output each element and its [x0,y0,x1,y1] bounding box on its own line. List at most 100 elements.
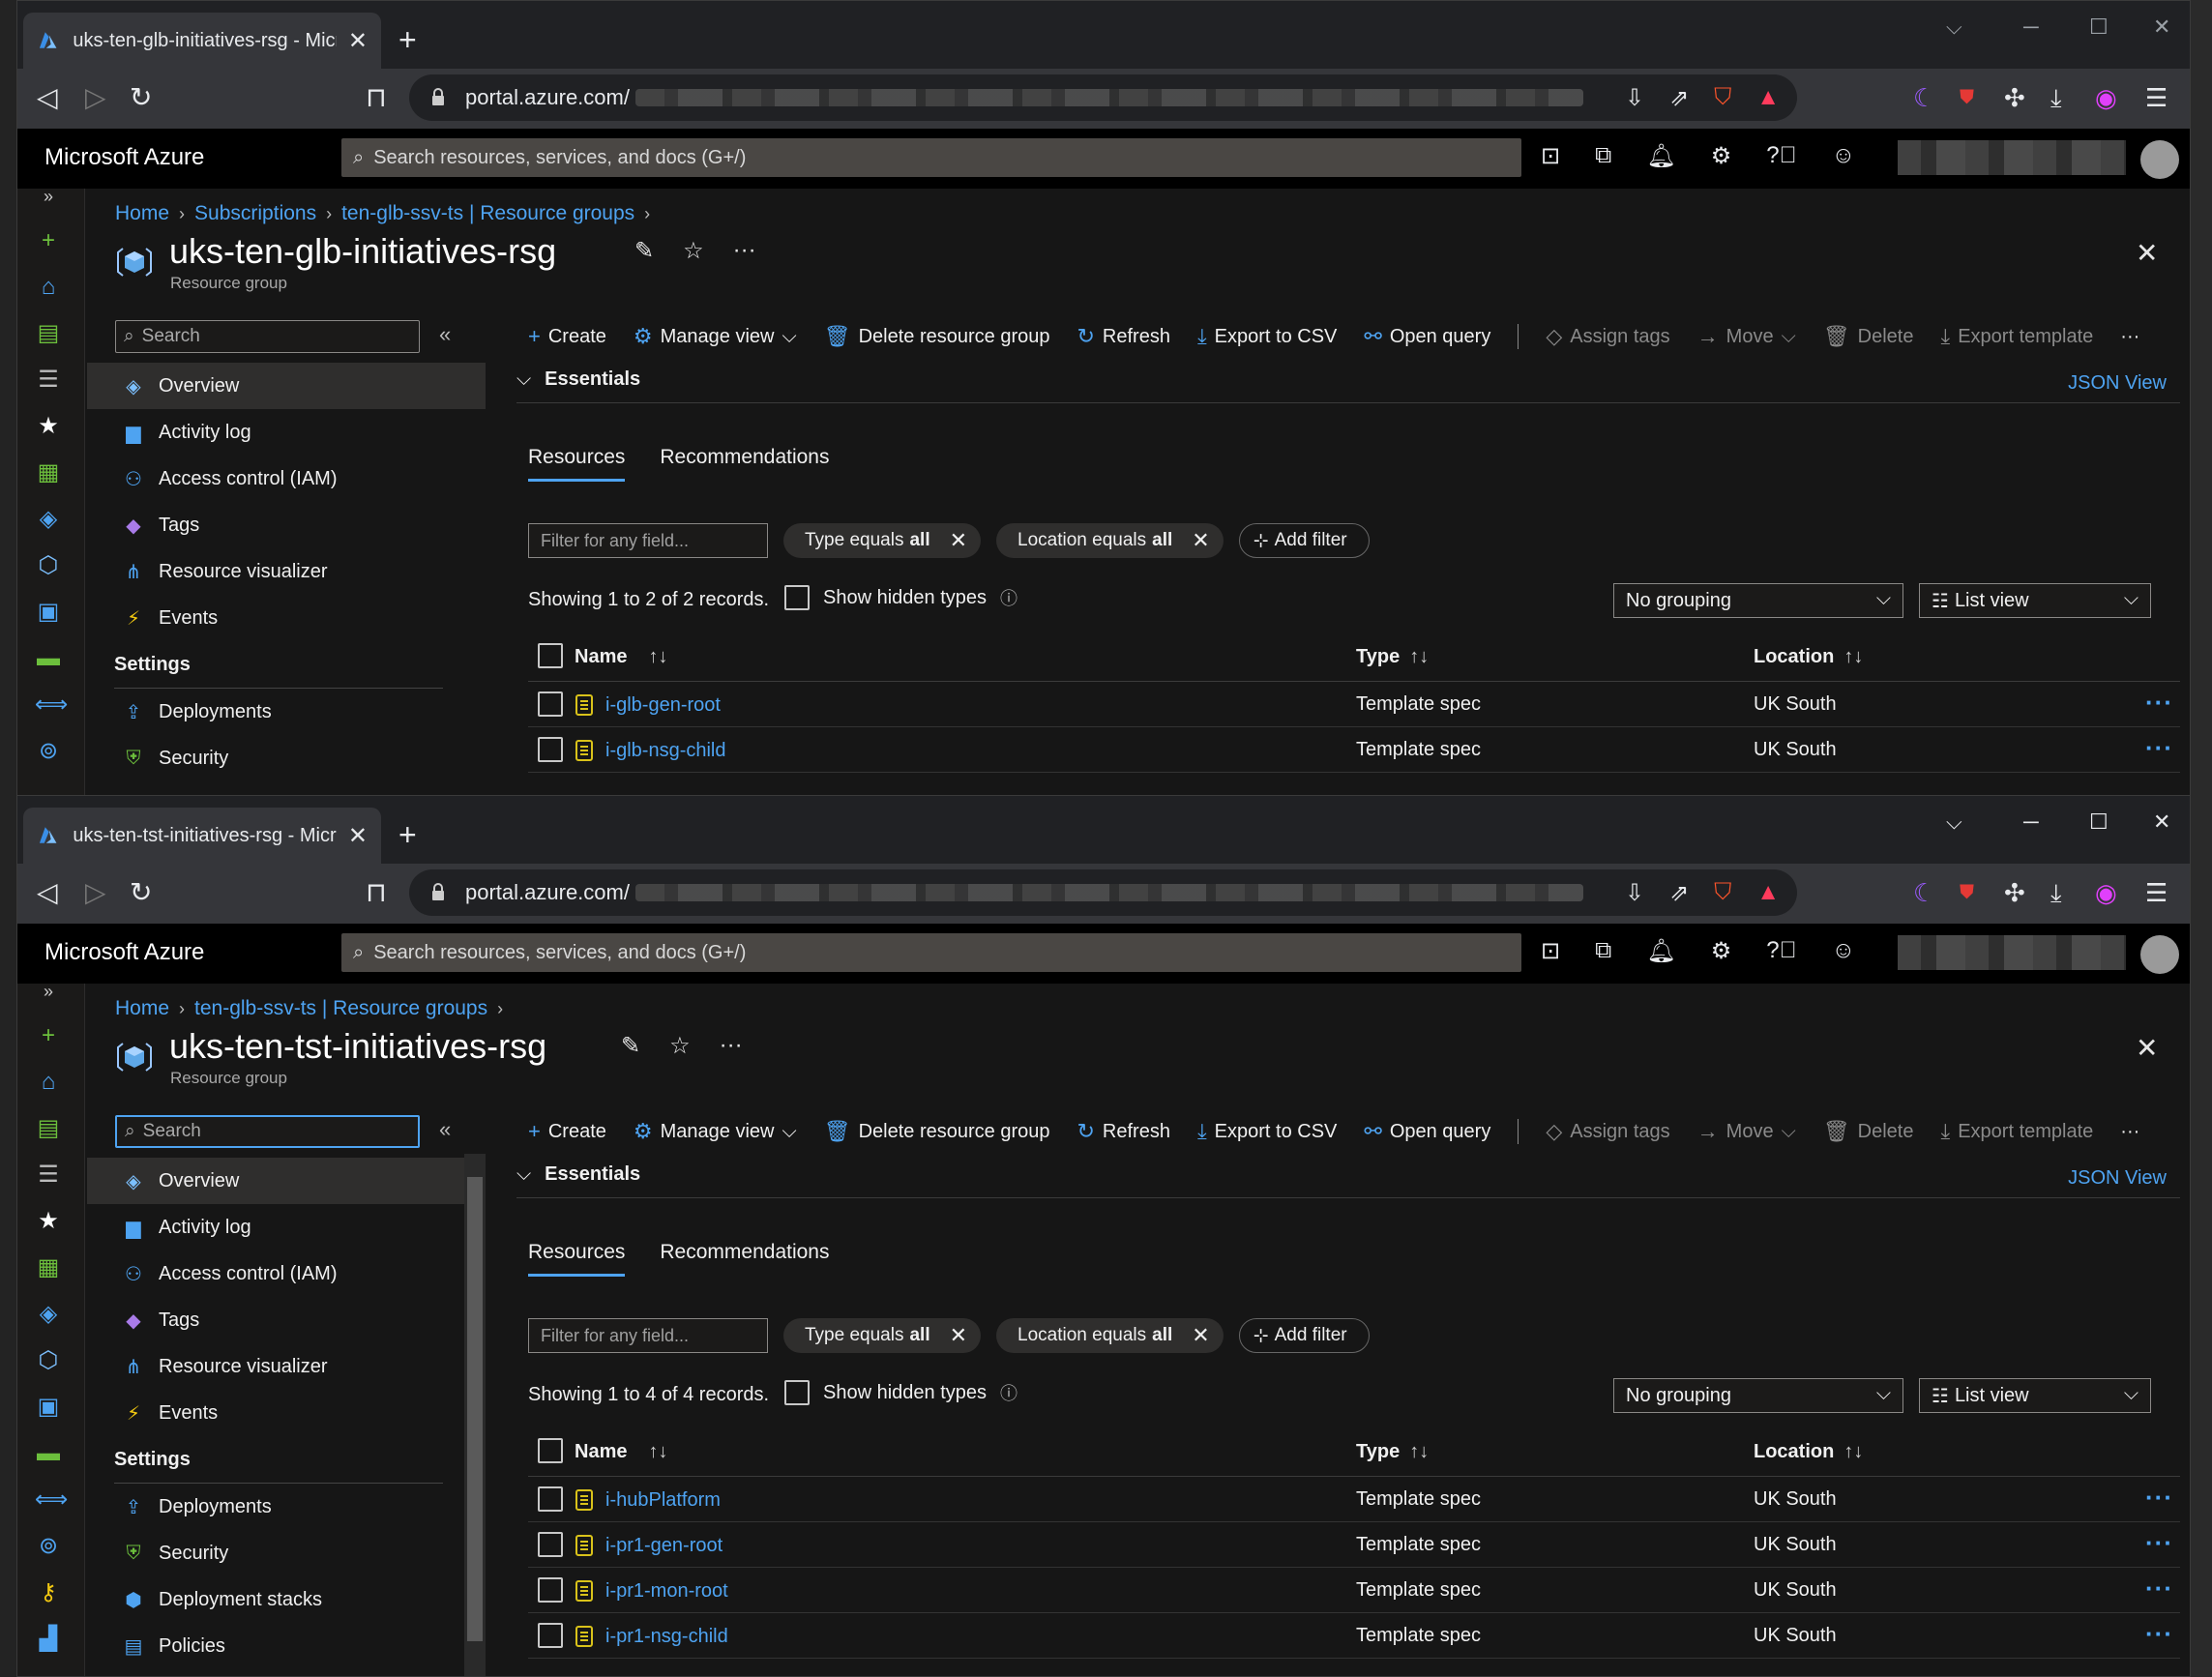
feedback-icon[interactable]: ☺ [1832,937,1856,965]
row-more-icon[interactable]: ··· [2145,1574,2173,1603]
remove-filter-icon[interactable]: ✕ [950,528,967,553]
row-checkbox[interactable] [538,1577,563,1603]
menu-item-resource-visualizer[interactable]: ⋔ Resource visualizer [87,548,486,595]
ublock-icon[interactable]: ⛊ [1960,82,1974,113]
window-close-icon[interactable]: ✕ [2153,15,2170,40]
select-all-checkbox[interactable] [538,1438,563,1463]
share-icon[interactable]: ⇗ [1669,84,1689,112]
tab-resources[interactable]: Resources [528,446,626,482]
filter-input[interactable]: Filter for any field... [528,523,768,558]
menu-item-overview[interactable]: ◈ Overview [87,363,486,409]
feedback-icon[interactable]: ☺ [1832,142,1856,170]
manage-view-button[interactable]: ⚙ Manage view ⌵ [634,324,797,349]
app-services-icon[interactable]: ⬡ [35,1347,62,1374]
forward-icon[interactable]: ▷ [85,82,106,113]
scrollbar-thumb[interactable] [467,1177,483,1641]
browser-tab[interactable]: uks-ten-tst-initiatives-rsg - Micro ✕ [23,808,381,864]
show-hidden-checkbox[interactable] [784,585,810,610]
column-header-type[interactable]: Type ↑↓ [1356,646,1429,668]
assign-tags-button[interactable]: ◇ Assign tags [1546,324,1669,349]
app-services-icon[interactable]: ⬡ [35,552,62,579]
all-services-icon[interactable]: ☰ [35,367,62,394]
breadcrumb-subscriptions[interactable]: Subscriptions [194,202,316,225]
menu-item-iam[interactable]: ⚇ Access control (IAM) [87,1250,464,1297]
menu-item-deployments[interactable]: ⇪ Deployments [87,1484,464,1530]
breadcrumb-resource-groups[interactable]: ten-glb-ssv-ts | Resource groups [341,202,634,225]
azure-brand[interactable]: Microsoft Azure [44,144,204,171]
directory-filter-icon[interactable]: ⧉ [1595,142,1611,170]
devops-icon[interactable]: ▟ [35,1626,62,1653]
tab-close-icon[interactable]: ✕ [348,27,368,55]
more-options-icon[interactable]: ··· [720,1032,743,1060]
menu-item-deployment-stacks[interactable]: ⬢ Deployment stacks [87,1576,464,1623]
install-icon[interactable]: ⇩ [1625,84,1644,112]
menu-search-input[interactable]: ⌕ Search [115,1115,420,1148]
maximize-icon[interactable]: ☐ [2089,15,2109,40]
breadcrumb-home[interactable]: Home [115,202,169,225]
column-header-type[interactable]: Type ↑↓ [1356,1441,1429,1463]
column-header-name[interactable]: Name ↑↓ [575,1441,667,1463]
cloud-shell-icon[interactable]: ⊡ [1541,142,1560,170]
back-icon[interactable]: ◁ [37,877,58,908]
address-bar[interactable]: portal.azure.com/ ⇩ ⇗ ⛉ ▲ [409,869,1797,916]
tab-search-icon[interactable]: ⌵ [1946,15,1962,40]
brave-shield-icon[interactable]: ⛉ [1714,879,1731,907]
help-icon[interactable]: ?⃝ [1766,142,1796,170]
column-header-location[interactable]: Location ↑↓ [1754,646,1863,668]
resource-name-link[interactable]: i-glb-gen-root [605,694,721,717]
collapse-menu-icon[interactable]: « [439,1117,451,1142]
row-checkbox[interactable] [538,691,563,717]
menu-item-tags[interactable]: ◆ Tags [87,1297,464,1343]
browser-menu-icon[interactable]: ☰ [2145,82,2168,113]
favorite-star-icon[interactable]: ☆ [683,237,704,265]
info-icon[interactable]: ⓘ [1000,585,1018,610]
menu-item-events[interactable]: ⚡ Events [87,595,486,641]
back-icon[interactable]: ◁ [37,82,58,113]
maximize-icon[interactable]: ☐ [2089,809,2109,835]
type-filter-pill[interactable]: Type equals all ✕ [783,1318,982,1353]
networking-icon[interactable]: ⟺ [35,1486,68,1514]
row-checkbox[interactable] [538,737,563,762]
tab-close-icon[interactable]: ✕ [348,822,368,850]
downloads-icon[interactable]: ⤓ [2050,82,2062,113]
avatar[interactable] [2140,140,2179,179]
location-filter-pill[interactable]: Location equals all ✕ [996,523,1224,558]
key-vault-icon[interactable]: ⚷ [35,1579,62,1606]
essentials-section[interactable]: ⌵ Essentials JSON View [516,368,2180,403]
type-filter-pill[interactable]: Type equals all ✕ [783,523,982,558]
dashboard-icon[interactable]: ▤ [35,320,62,347]
manage-view-button[interactable]: ⚙ Manage view ⌵ [634,1119,797,1144]
menu-item-security[interactable]: ⛨ Security [87,1530,464,1576]
storage-icon[interactable]: ▬ [35,645,62,672]
address-bar[interactable]: portal.azure.com/ ⇩ ⇗ ⛉ ▲ [409,74,1797,121]
extensions-icon[interactable]: ✣ [2004,877,2025,908]
ublock-icon[interactable]: ⛊ [1960,877,1974,908]
all-resources-icon[interactable]: ▦ [35,459,62,486]
monitor-icon[interactable]: ⊚ [35,1533,62,1560]
menu-item-events[interactable]: ⚡ Events [87,1390,464,1436]
profile-icon[interactable]: ◉ [2095,82,2117,113]
help-icon[interactable]: ?⃝ [1766,937,1796,965]
pin-icon[interactable]: ✎ [634,237,654,265]
new-tab-icon[interactable]: + [398,24,417,55]
row-checkbox[interactable] [538,1532,563,1557]
location-filter-pill[interactable]: Location equals all ✕ [996,1318,1224,1353]
row-more-icon[interactable]: ··· [2145,688,2173,718]
open-query-button[interactable]: ⚯ Open query [1364,324,1490,349]
account-name-redacted[interactable] [1898,935,2126,970]
move-button[interactable]: → Move ⌵ [1697,324,1796,349]
bookmark-icon[interactable]: ⊓ [366,82,387,113]
resource-groups-icon[interactable]: ◈ [35,1301,62,1328]
new-tab-icon[interactable]: + [398,819,417,850]
grouping-dropdown[interactable]: No grouping ⌵ [1613,583,1903,618]
info-icon[interactable]: ⓘ [1000,1380,1018,1405]
delete-resource-group-button[interactable]: 🗑︎ Delete resource group [824,1119,1050,1144]
resource-name-link[interactable]: i-pr1-mon-root [605,1580,728,1603]
breadcrumb-resource-groups[interactable]: ten-glb-ssv-ts | Resource groups [194,997,487,1020]
notifications-icon[interactable]: 🔔︎ [1646,937,1675,965]
reload-icon[interactable]: ↻ [130,877,152,908]
open-query-button[interactable]: ⚯ Open query [1364,1119,1490,1144]
virtual-machines-icon[interactable]: ▣ [35,1394,62,1421]
menu-item-overview[interactable]: ◈ Overview [87,1158,464,1204]
menu-item-tags[interactable]: ◆ Tags [87,502,486,548]
